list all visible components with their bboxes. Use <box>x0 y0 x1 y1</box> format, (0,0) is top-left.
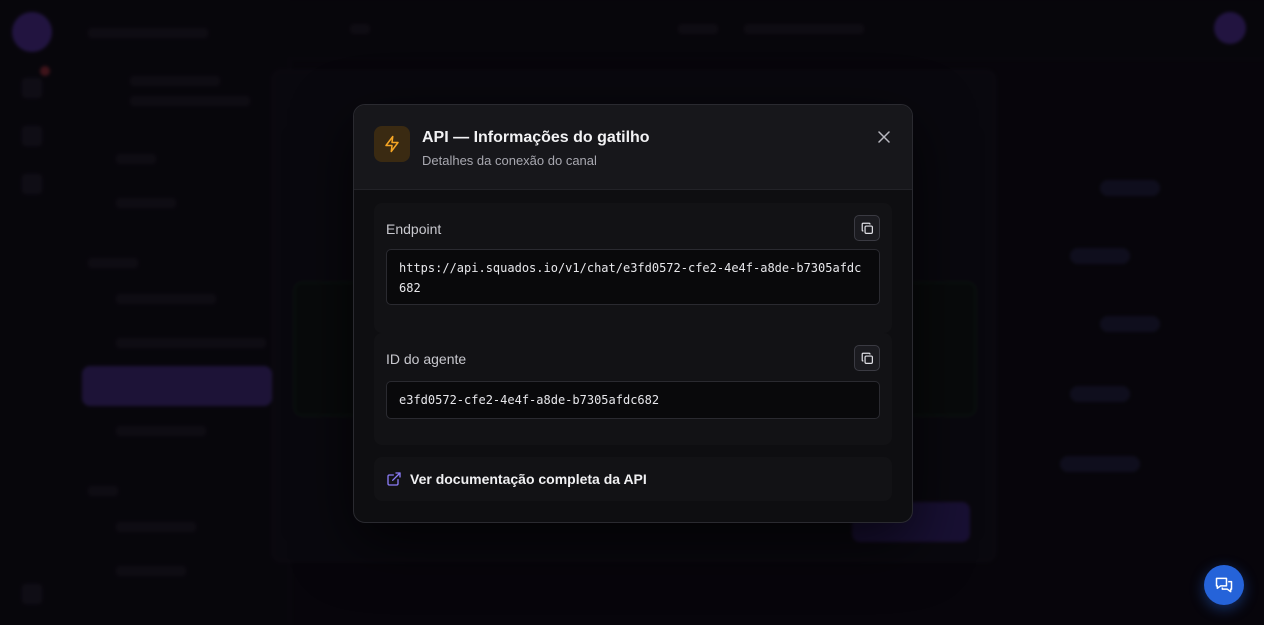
dialog-title: API — Informações do gatilho <box>422 129 650 146</box>
api-docs-link-label: Ver documentação completa da API <box>410 471 647 487</box>
copy-agent-id-button[interactable] <box>854 345 880 371</box>
endpoint-value[interactable]: https://api.squados.io/v1/chat/e3fd0572-… <box>386 249 880 305</box>
endpoint-section: Endpoint https://api.squados.io/v1/chat/… <box>374 203 892 333</box>
copy-icon <box>861 222 873 234</box>
dialog-header: API — Informações do gatilho Detalhes da… <box>354 105 912 190</box>
copy-icon <box>861 352 873 364</box>
endpoint-label: Endpoint <box>386 221 442 237</box>
external-link-icon <box>387 472 401 486</box>
api-trigger-dialog: API — Informações do gatilho Detalhes da… <box>353 104 913 523</box>
lightning-icon <box>374 126 410 162</box>
copy-endpoint-button[interactable] <box>854 215 880 241</box>
dialog-subtitle: Detalhes da conexão do canal <box>422 153 597 168</box>
close-icon[interactable] <box>876 129 892 145</box>
agent-id-value[interactable]: e3fd0572-cfe2-4e4f-a8de-b7305afdc682 <box>386 381 880 419</box>
api-docs-link[interactable]: Ver documentação completa da API <box>374 457 892 501</box>
agent-id-label: ID do agente <box>386 351 467 367</box>
agent-id-section: ID do agente e3fd0572-cfe2-4e4f-a8de-b73… <box>374 333 892 445</box>
chat-bubbles-icon <box>1215 577 1233 593</box>
chat-button[interactable] <box>1204 565 1244 605</box>
